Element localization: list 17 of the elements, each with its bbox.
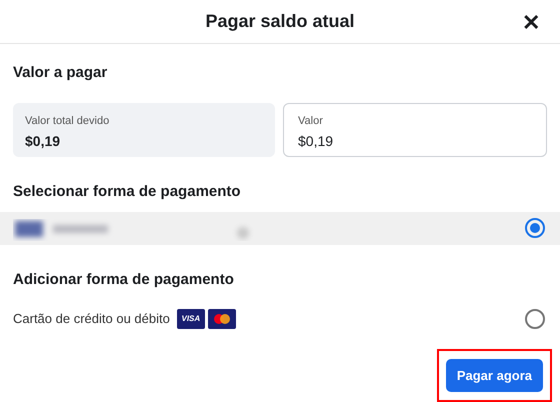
section-heading: Valor a pagar — [13, 63, 108, 84]
amount-field-value: $0,19 — [298, 132, 334, 152]
visa-logo: VISA — [176, 309, 205, 329]
section-heading: Selecionar forma de pagamento — [13, 182, 242, 202]
close-button[interactable]: ✕ — [522, 12, 540, 34]
section-heading: Adicionar forma de pagamento — [13, 270, 235, 290]
amount-field-label: Valor — [298, 114, 324, 129]
amount-field[interactable]: Valor $0,19 — [283, 102, 547, 157]
total-due-value: $0,19 — [25, 132, 62, 152]
card-option-label: Cartão de crédito ou débito — [13, 310, 170, 328]
dialog-title: Pagar saldo atual — [205, 10, 355, 34]
radio-button[interactable] — [525, 309, 545, 329]
mastercard-logo — [208, 309, 236, 329]
total-due-label: Valor total devido — [25, 114, 110, 129]
pay-now-button[interactable]: Pagar agora — [446, 359, 543, 392]
payment-method-row[interactable] — [0, 212, 560, 244]
radio-button[interactable] — [525, 218, 545, 238]
